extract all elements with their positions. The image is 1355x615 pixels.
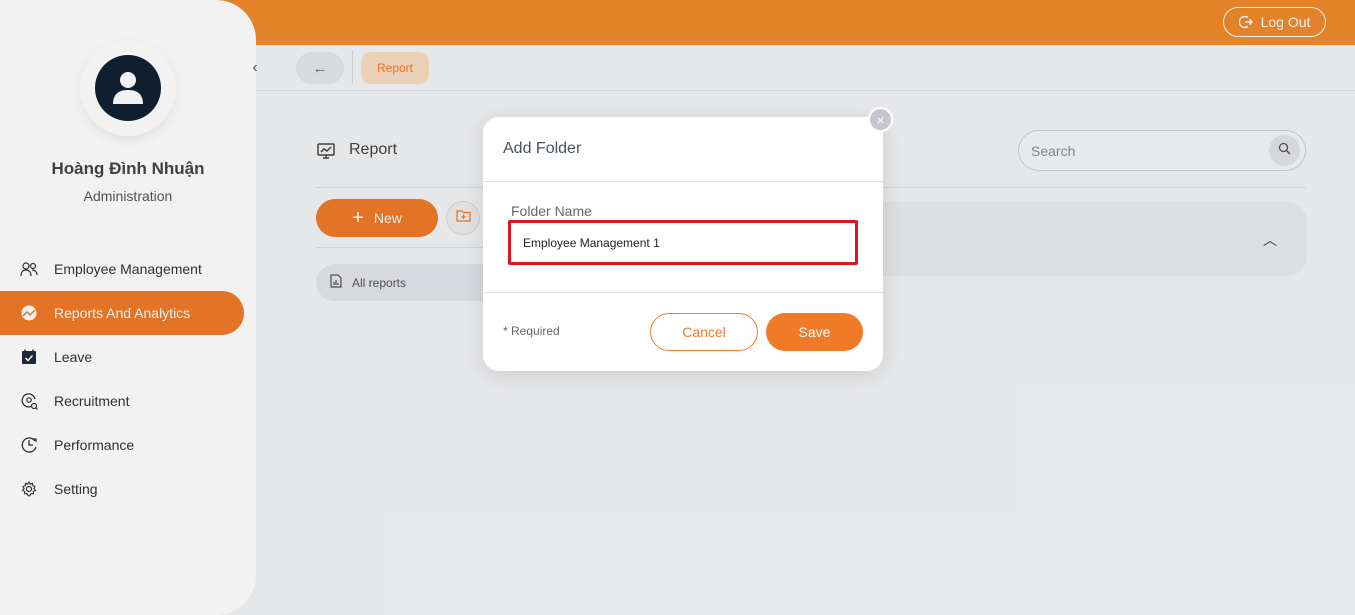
folder-name-input[interactable]	[523, 223, 843, 262]
folder-name-label: Folder Name	[511, 203, 592, 219]
dialog-title: Add Folder	[503, 140, 582, 157]
required-note: * Required	[503, 324, 560, 338]
add-folder-dialog: Add Folder Folder Name * Required Cancel…	[483, 117, 883, 371]
cancel-button[interactable]: Cancel	[650, 313, 758, 351]
save-button[interactable]: Save	[766, 313, 863, 351]
close-dialog-button[interactable]: ×	[868, 107, 893, 132]
folder-name-field	[508, 220, 858, 265]
close-icon: ×	[876, 111, 885, 128]
dialog-header-divider	[483, 181, 883, 182]
dialog-footer-divider	[483, 292, 883, 293]
